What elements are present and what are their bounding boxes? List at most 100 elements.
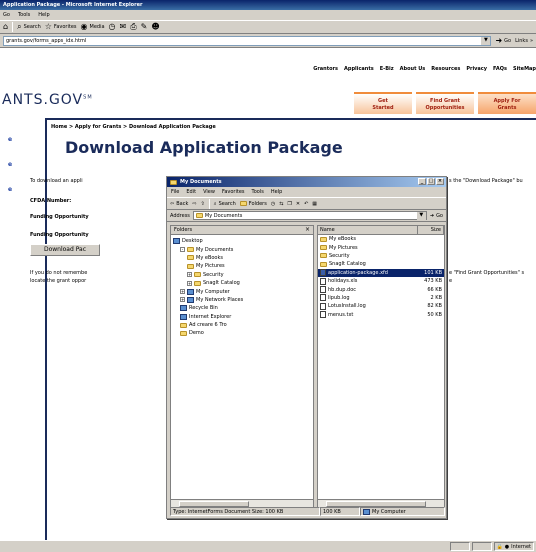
tree-item[interactable]: My Pictures bbox=[173, 262, 311, 270]
dialog-title-bar[interactable]: My Documents _ □ × bbox=[167, 177, 446, 187]
tree-item[interactable]: + My Network Places bbox=[173, 296, 311, 304]
go-arrow-icon: ➜ bbox=[495, 35, 503, 45]
dialog-go-button[interactable]: ➜ Go bbox=[430, 213, 443, 219]
history-icon[interactable]: ◷ bbox=[271, 201, 275, 207]
tree-item[interactable]: Recycle Bin bbox=[173, 304, 311, 312]
dlg-menu-favorites[interactable]: Favorites bbox=[222, 189, 245, 195]
file-row[interactable]: My eBooks bbox=[318, 235, 444, 243]
menu-go[interactable]: Go bbox=[3, 12, 10, 18]
edit-icon[interactable]: ✎ bbox=[141, 23, 148, 31]
expand-icon[interactable]: + bbox=[187, 272, 192, 278]
mail-icon[interactable]: ✉ bbox=[120, 23, 127, 31]
undo-icon[interactable]: ↶ bbox=[304, 201, 308, 207]
tree-item[interactable]: My eBooks bbox=[173, 254, 311, 262]
forward-icon[interactable]: ⇨ bbox=[192, 201, 196, 207]
tab-find-grant-opportunities[interactable]: Find Grant Opportunities bbox=[416, 92, 474, 114]
topnav-about-us[interactable]: About Us bbox=[400, 66, 426, 72]
dialog-search-button[interactable]: ⌕ Search bbox=[214, 201, 236, 207]
topnav-ebiz[interactable]: E-Biz bbox=[380, 66, 394, 72]
address-dropdown-icon[interactable]: ▼ bbox=[481, 36, 491, 45]
topnav-privacy[interactable]: Privacy bbox=[466, 66, 487, 72]
side-link[interactable]: e bbox=[8, 161, 12, 168]
delete-icon[interactable]: ✕ bbox=[296, 201, 300, 207]
tree-item[interactable]: Demo bbox=[173, 329, 311, 337]
expand-icon[interactable]: + bbox=[180, 297, 185, 303]
breadcrumb[interactable]: Home > Apply for Grants > Download Appli… bbox=[51, 124, 216, 130]
file-list-pane[interactable]: Name Size My eBooks My Pictures Security Sn… bbox=[317, 225, 445, 508]
side-link[interactable]: e bbox=[8, 136, 12, 143]
download-package-button[interactable]: Download Pac bbox=[30, 244, 100, 256]
file-row[interactable]: lipub.log 2 KB bbox=[318, 294, 444, 302]
history-icon[interactable]: ◷ bbox=[109, 23, 116, 31]
links-button[interactable]: Links» bbox=[515, 38, 533, 44]
address-input[interactable]: grants.gov/forms_apps_idx.html ▼ bbox=[3, 35, 492, 46]
topnav-faqs[interactable]: FAQs bbox=[493, 66, 507, 72]
tree-item[interactable]: + SnagIt Catalog bbox=[173, 279, 311, 287]
tree-item[interactable]: - My Documents bbox=[173, 245, 311, 253]
tree-item[interactable]: + My Computer bbox=[173, 287, 311, 295]
dialog-menubar: File Edit View Favorites Tools Help bbox=[167, 187, 446, 197]
menu-tools[interactable]: Tools bbox=[18, 12, 30, 18]
browser-title: Application Package - Microsoft Internet… bbox=[3, 2, 143, 8]
file-row[interactable]: My Pictures bbox=[318, 243, 444, 251]
dlg-menu-tools[interactable]: Tools bbox=[252, 189, 264, 195]
expand-icon[interactable]: + bbox=[180, 289, 185, 295]
tab-apply-for-grants[interactable]: Apply For Grants bbox=[478, 92, 536, 114]
folders-pane[interactable]: Folders × Desktop - My Documents My eBooks M… bbox=[170, 225, 314, 508]
maximize-button[interactable]: □ bbox=[427, 178, 435, 185]
views-icon[interactable]: ▦ bbox=[312, 201, 317, 207]
favorites-button[interactable]: ☆ Favorites bbox=[45, 23, 77, 31]
minimize-button[interactable]: _ bbox=[418, 178, 426, 185]
dlg-menu-view[interactable]: View bbox=[203, 189, 215, 195]
folders-button[interactable]: Folders bbox=[239, 201, 267, 207]
topnav-sitemap[interactable]: SiteMap bbox=[513, 66, 536, 72]
file-row[interactable]: application-package.xfd 101 KB bbox=[318, 268, 444, 277]
media-button[interactable]: ◉ Media bbox=[81, 23, 105, 31]
collapse-icon[interactable]: - bbox=[180, 247, 185, 253]
site-logo[interactable]: ANTS.GOVSM bbox=[2, 92, 93, 108]
file-row[interactable]: LotusInstall.log 82 KB bbox=[318, 302, 444, 310]
dlg-menu-file[interactable]: File bbox=[171, 189, 179, 195]
folder-icon bbox=[239, 201, 247, 206]
tree-item[interactable]: + Security bbox=[173, 271, 311, 279]
file-row[interactable]: hb.dup.doc 66 KB bbox=[318, 285, 444, 294]
address-value: grants.gov/forms_apps_idx.html bbox=[6, 37, 87, 44]
tree-item[interactable]: Ad creare 6 Tro bbox=[173, 321, 311, 329]
my-documents-window[interactable]: My Documents _ □ × File Edit View Favori… bbox=[166, 176, 447, 519]
files-horizontal-scrollbar[interactable] bbox=[318, 499, 444, 507]
move-to-icon[interactable]: ⇆ bbox=[279, 201, 283, 207]
file-row[interactable]: menus.txt 50 KB bbox=[318, 311, 444, 319]
menu-help[interactable]: Help bbox=[38, 12, 49, 18]
column-name[interactable]: Name bbox=[318, 226, 418, 234]
expand-icon[interactable]: + bbox=[187, 280, 192, 286]
search-button[interactable]: ⌕ Search bbox=[17, 23, 41, 31]
file-row[interactable]: holidays.xls 473 KB bbox=[318, 277, 444, 285]
go-button[interactable]: ➜ Go bbox=[495, 35, 511, 45]
column-size[interactable]: Size bbox=[418, 226, 444, 234]
back-button[interactable]: ⇦ Back bbox=[170, 201, 188, 207]
file-row[interactable]: SnagIt Catalog bbox=[318, 260, 444, 268]
file-row[interactable]: Security bbox=[318, 252, 444, 260]
topnav-resources[interactable]: Resources bbox=[431, 66, 460, 72]
topnav-applicants[interactable]: Applicants bbox=[344, 66, 374, 72]
home-icon[interactable]: ⌂ bbox=[3, 23, 8, 31]
close-button[interactable]: × bbox=[436, 178, 444, 185]
side-link[interactable]: e bbox=[8, 186, 12, 193]
tree-item[interactable]: Desktop bbox=[173, 237, 311, 245]
print-icon[interactable]: ⎙ bbox=[130, 23, 136, 31]
up-folder-icon[interactable]: ⇧ bbox=[201, 201, 205, 207]
dlg-menu-help[interactable]: Help bbox=[271, 189, 282, 195]
tree-item[interactable]: Internet Explorer bbox=[173, 313, 311, 321]
tab-get-started[interactable]: Get Started bbox=[354, 92, 412, 114]
address-dropdown-icon[interactable]: ▼ bbox=[416, 212, 426, 220]
copy-to-icon[interactable]: ❐ bbox=[287, 201, 291, 207]
topnav-grantors[interactable]: Grantors bbox=[313, 66, 338, 72]
favorites-label: Favorites bbox=[53, 24, 77, 30]
folders-horizontal-scrollbar[interactable] bbox=[171, 499, 313, 507]
messenger-icon[interactable]: ☻ bbox=[151, 23, 159, 31]
dlg-menu-edit[interactable]: Edit bbox=[186, 189, 196, 195]
main-nav-tabs: Get Started Find Grant Opportunities Apply… bbox=[354, 92, 536, 114]
close-icon[interactable]: × bbox=[305, 226, 310, 233]
folder-icon bbox=[194, 272, 201, 278]
dialog-address-input[interactable]: My Documents ▼ bbox=[192, 211, 427, 220]
